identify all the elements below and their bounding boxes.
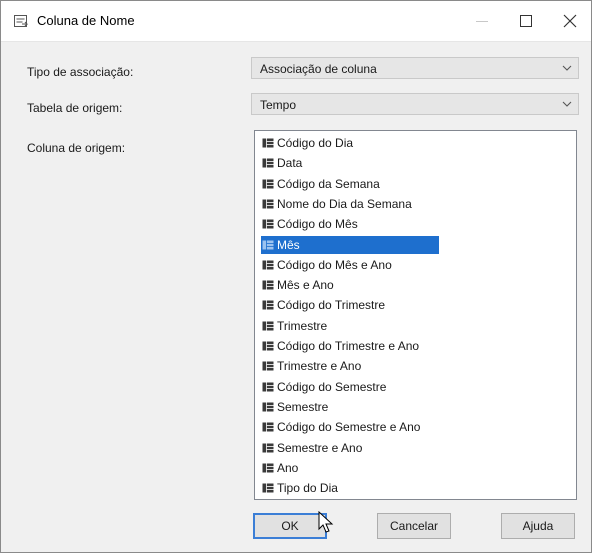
table-column-icon [262,341,274,351]
table-column-icon [262,422,274,432]
list-item-label: Trimestre e Ano [277,359,362,374]
list-item[interactable]: Ano [261,459,302,477]
list-item[interactable]: Semestre [261,398,332,416]
chevron-down-icon [562,101,572,107]
title-bar[interactable]: Coluna de Nome [1,1,591,42]
list-item[interactable]: Semestre e Ano [261,439,366,457]
list-item-label: Código do Mês e Ano [277,257,392,272]
table-column-icon [262,443,274,452]
list-item[interactable]: Código da Semana [261,175,384,193]
window-title: Coluna de Nome [37,13,135,28]
list-item-label: Código do Semestre [277,379,387,394]
table-column-icon [262,321,274,331]
list-item-label: Semestre e Ano [277,440,363,455]
list-item[interactable]: Nome do Dia da Semana [261,195,416,213]
source-table-value: Tempo [260,98,297,112]
list-item-label: Código do Mês [277,217,358,232]
list-item[interactable]: Mês e Ano [261,276,338,294]
list-item[interactable]: Código do Dia [261,134,357,152]
chevron-down-icon [562,65,572,71]
source-table-select[interactable]: Tempo [251,93,579,115]
mouse-cursor-icon [318,511,334,533]
list-item[interactable]: Data [261,154,306,172]
minimize-button[interactable] [465,7,499,35]
help-button[interactable]: Ajuda [501,513,575,539]
list-item[interactable]: Mês [261,235,439,254]
close-button[interactable] [553,7,587,35]
list-item[interactable]: Código do Trimestre e Ano [261,337,423,355]
table-column-icon [262,483,274,493]
table-column-icon [262,382,274,392]
table-column-icon [262,219,274,229]
source-column-list[interactable]: Código do Dia Data Código da Semana Nome do… [254,130,577,500]
list-item-label: Trimestre [277,318,328,333]
table-column-icon [262,138,274,148]
table-column-icon [262,361,274,371]
list-item[interactable]: Tipo do Dia [261,479,342,497]
list-item-label: Código do Dia [277,136,354,150]
ok-button[interactable]: OK [253,513,327,539]
table-column-icon [262,300,274,310]
table-column-icon [262,179,274,189]
table-column-icon [262,402,274,412]
list-item-label: Código do Semestre e Ano [277,420,421,435]
list-item[interactable]: Código do Semestre [261,378,390,396]
list-item-label: Mês [277,237,300,252]
table-column-icon [262,240,274,249]
dialog-app-icon [14,15,29,27]
association-type-value: Associação de coluna [260,62,377,76]
list-item-label: Ano [277,460,299,475]
table-column-icon [262,158,274,168]
list-item-label: Semestre [277,399,329,414]
list-item[interactable]: Trimestre [261,317,331,335]
list-item-label: Nome do Dia da Semana [277,196,412,211]
list-item[interactable]: Código do Trimestre [261,296,389,314]
list-item[interactable]: Código do Mês e Ano [261,256,396,274]
table-column-icon [262,280,274,290]
table-column-icon [262,463,274,473]
list-item[interactable]: Código do Mês [261,215,362,233]
list-item-label: Código da Semana [277,176,380,191]
dialog-window: Coluna de Nome Tipo de associação: Assoc… [0,0,592,553]
association-type-select[interactable]: Associação de coluna [251,57,579,79]
source-table-label: Tabela de origem: [27,101,123,115]
list-item[interactable]: Código do Semestre e Ano [261,418,424,436]
cancel-button[interactable]: Cancelar [377,513,451,539]
list-item[interactable]: Trimestre e Ano [261,357,365,375]
table-column-icon [262,260,274,270]
list-item-label: Tipo do Dia [277,481,338,496]
list-item-label: Código do Trimestre [277,298,386,313]
source-column-label: Coluna de origem: [27,141,126,155]
list-item-label: Código do Trimestre e Ano [277,339,420,353]
list-item-label: Data [277,156,303,171]
association-type-label: Tipo de associação: [27,65,134,79]
list-item-label: Mês e Ano [277,278,334,293]
close-icon [563,14,577,28]
table-column-icon [262,199,274,209]
maximize-button[interactable] [509,7,543,35]
